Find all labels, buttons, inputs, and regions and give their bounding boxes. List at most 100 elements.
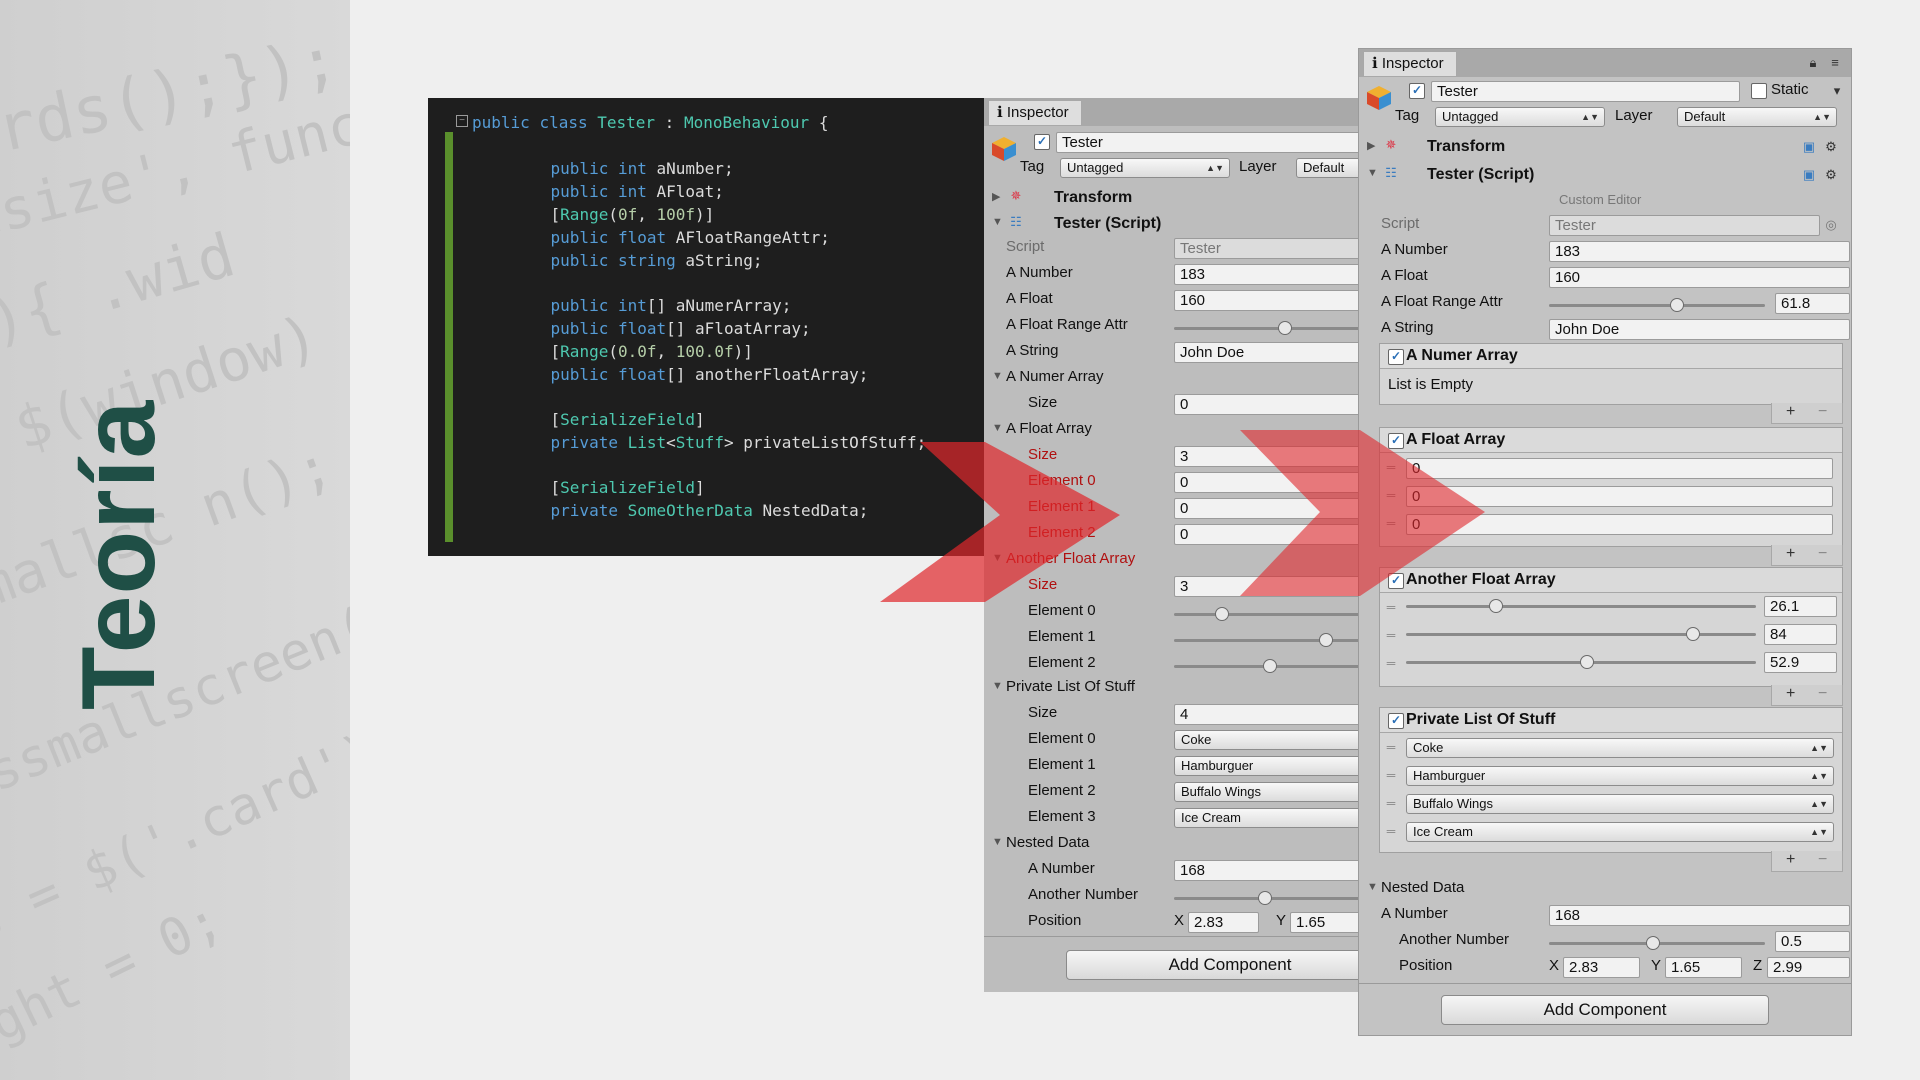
range-attr-slider-track[interactable] (1549, 304, 1765, 307)
layer-dropdown[interactable]: Default (1296, 158, 1358, 178)
numer-array-size-field[interactable]: 0 (1174, 394, 1358, 415)
float-array-element-field[interactable]: 0 (1406, 486, 1833, 507)
collapse-arrow-icon[interactable]: ▼ (992, 680, 1003, 692)
help-book-icon[interactable]: ▣ (1801, 139, 1817, 155)
drag-handle-icon[interactable]: ═ (1384, 825, 1398, 837)
drag-handle-icon[interactable]: ═ (1384, 797, 1398, 809)
collapse-arrow-icon[interactable]: ▼ (992, 216, 1003, 228)
collapse-icon[interactable]: − (456, 115, 468, 127)
collapse-arrow-icon[interactable]: ▼ (992, 836, 1003, 848)
another-float-slider-knob[interactable] (1214, 607, 1229, 621)
private-list-element-dropdown[interactable]: Ice Cream (1174, 808, 1358, 828)
float-array-element-field[interactable]: 0 (1174, 524, 1358, 545)
drag-handle-icon[interactable]: ═ (1384, 601, 1398, 613)
nested-data-foldout[interactable]: Nested Data (1381, 877, 1464, 899)
private-list-element-dropdown[interactable]: Hamburguer (1174, 756, 1358, 776)
float-array-size-field[interactable]: 3 (1174, 446, 1358, 467)
drag-handle-icon[interactable]: ═ (1384, 657, 1398, 669)
drag-handle-icon[interactable]: ═ (1384, 489, 1398, 501)
position-z-field[interactable]: 2.99 (1767, 957, 1850, 978)
object-name-field[interactable]: Tester (1431, 81, 1740, 102)
range-attr-slider-track[interactable] (1174, 327, 1358, 330)
another-float-value-field[interactable]: 52.9 (1764, 652, 1837, 673)
add-component-button[interactable]: Add Component (1066, 950, 1358, 980)
private-list-element-dropdown[interactable]: Coke ▲▼ (1406, 738, 1834, 758)
list-toggle-checkbox[interactable]: ✓ (1388, 713, 1404, 729)
active-checkbox[interactable]: ✓ (1409, 83, 1425, 99)
nested-a-number-field[interactable]: 168 (1174, 860, 1358, 881)
tab-inspector[interactable]: ℹ Inspector (1363, 51, 1457, 76)
float-array-element-field[interactable]: 0 (1406, 514, 1833, 535)
list-remove-button[interactable]: − (1818, 545, 1827, 563)
list-remove-button[interactable]: − (1818, 685, 1827, 703)
private-list-element-dropdown[interactable]: Buffalo Wings (1174, 782, 1358, 802)
private-list-size-field[interactable]: 4 (1174, 704, 1358, 725)
numer-array-foldout[interactable]: A Numer Array (1006, 366, 1104, 388)
collapse-arrow-icon[interactable]: ▼ (1367, 881, 1378, 893)
collapse-arrow-icon[interactable]: ▼ (992, 370, 1003, 382)
object-name-field[interactable]: Tester (1056, 132, 1358, 153)
add-component-button[interactable]: Add Component (1441, 995, 1769, 1025)
a-float-field[interactable]: 160 (1174, 290, 1358, 311)
expand-arrow-icon[interactable]: ▶ (1367, 139, 1375, 152)
private-list-element-dropdown[interactable]: Coke (1174, 730, 1358, 750)
list-add-button[interactable]: + (1786, 685, 1795, 703)
position-y-field[interactable]: 1.65 (1290, 912, 1358, 933)
private-list-element-dropdown[interactable]: Buffalo Wings ▲▼ (1406, 794, 1834, 814)
a-number-field[interactable]: 183 (1174, 264, 1358, 285)
another-float-slider-knob[interactable] (1488, 599, 1503, 613)
transform-header[interactable]: Transform (1054, 186, 1132, 210)
float-array-element-field[interactable]: 0 (1174, 472, 1358, 493)
position-x-field[interactable]: 2.83 (1188, 912, 1259, 933)
list-toggle-checkbox[interactable]: ✓ (1388, 349, 1404, 365)
collapse-arrow-icon[interactable]: ▼ (992, 552, 1003, 564)
drag-handle-icon[interactable]: ═ (1384, 769, 1398, 781)
gear-icon[interactable]: ⚙ (1823, 139, 1839, 155)
expand-arrow-icon[interactable]: ▶ (992, 190, 1000, 203)
transform-header[interactable]: Transform (1427, 135, 1505, 159)
nested-another-value-field[interactable]: 0.5 (1775, 931, 1850, 952)
active-checkbox[interactable]: ✓ (1034, 134, 1050, 150)
list-add-button[interactable]: + (1786, 403, 1795, 421)
list-remove-button[interactable]: − (1818, 851, 1827, 869)
list-remove-button[interactable]: − (1818, 403, 1827, 421)
another-float-slider-track[interactable] (1174, 613, 1358, 616)
list-add-button[interactable]: + (1786, 851, 1795, 869)
another-float-size-field[interactable]: 3 (1174, 576, 1358, 597)
another-float-array-foldout[interactable]: Another Float Array (1006, 548, 1135, 570)
drag-handle-icon[interactable]: ═ (1384, 629, 1398, 641)
list-add-button[interactable]: + (1786, 545, 1795, 563)
float-array-element-field[interactable]: 0 (1406, 458, 1833, 479)
collapse-arrow-icon[interactable]: ▼ (1367, 167, 1378, 179)
nested-data-foldout[interactable]: Nested Data (1006, 832, 1089, 854)
tag-dropdown[interactable]: Untagged ▲▼ (1060, 158, 1230, 178)
a-number-field[interactable]: 183 (1549, 241, 1850, 262)
list-toggle-checkbox[interactable]: ✓ (1388, 573, 1404, 589)
range-attr-value-field[interactable]: 61.8 (1775, 293, 1850, 314)
another-float-value-field[interactable]: 26.1 (1764, 596, 1837, 617)
script-component-header[interactable]: Tester (Script) (1054, 212, 1161, 236)
private-list-foldout[interactable]: Private List Of Stuff (1006, 676, 1135, 698)
script-component-header[interactable]: Tester (Script) (1427, 163, 1534, 187)
tab-inspector[interactable]: ℹ Inspector (988, 100, 1082, 125)
another-float-slider-track[interactable] (1406, 605, 1756, 608)
another-float-slider-track[interactable] (1406, 633, 1756, 636)
range-attr-slider-knob[interactable] (1670, 298, 1685, 312)
another-float-slider-knob[interactable] (1685, 627, 1700, 641)
nested-a-number-field[interactable]: 168 (1549, 905, 1850, 926)
position-x-field[interactable]: 2.83 (1563, 957, 1640, 978)
drag-handle-icon[interactable]: ═ (1384, 461, 1398, 473)
nested-another-slider-knob[interactable] (1646, 936, 1660, 950)
another-float-value-field[interactable]: 84 (1764, 624, 1837, 645)
another-float-slider-knob[interactable] (1579, 655, 1594, 669)
object-picker-icon[interactable]: ◎ (1823, 217, 1839, 233)
collapse-arrow-icon[interactable]: ▼ (992, 422, 1003, 434)
private-list-element-dropdown[interactable]: Ice Cream ▲▼ (1406, 822, 1834, 842)
a-float-field[interactable]: 160 (1549, 267, 1850, 288)
float-array-foldout[interactable]: A Float Array (1006, 418, 1092, 440)
help-book-icon[interactable]: ▣ (1801, 167, 1817, 183)
layer-dropdown[interactable]: Default ▲▼ (1677, 107, 1837, 127)
gear-icon[interactable]: ⚙ (1823, 167, 1839, 183)
drag-handle-icon[interactable]: ═ (1384, 517, 1398, 529)
a-string-field[interactable]: John Doe (1549, 319, 1850, 340)
